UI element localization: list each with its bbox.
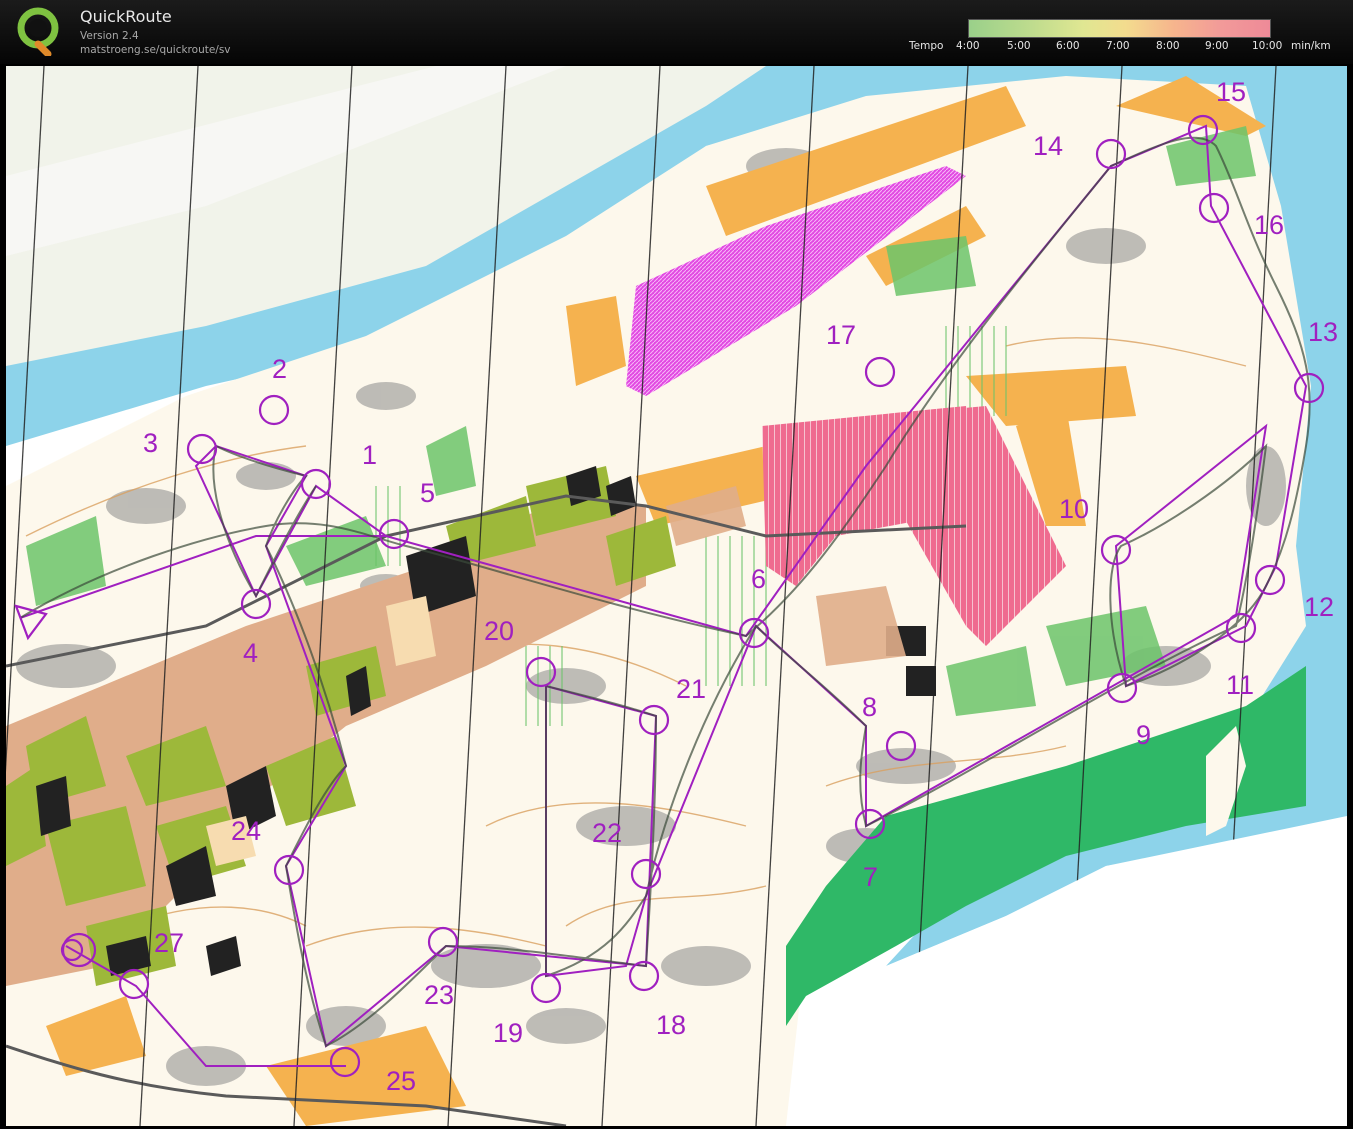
control-number: 23 <box>424 980 454 1010</box>
tempo-color-scale <box>968 19 1271 38</box>
orienteering-map[interactable]: 1 2 3 4 5 6 7 8 9 10 11 12 13 14 15 16 1… <box>6 66 1347 1126</box>
control-number: 10 <box>1059 494 1089 524</box>
control-number: 22 <box>592 818 622 848</box>
control-number: 9 <box>1136 720 1151 750</box>
control-number: 14 <box>1033 131 1063 161</box>
control-number: 1 <box>362 440 377 470</box>
tempo-unit: min/km <box>1291 40 1331 52</box>
map-canvas[interactable]: 1 2 3 4 5 6 7 8 9 10 11 12 13 14 15 16 1… <box>6 66 1347 1126</box>
control-number: 11 <box>1226 670 1254 700</box>
control-number: 3 <box>143 428 158 458</box>
control-number: 2 <box>272 354 287 384</box>
tempo-tick: 6:00 <box>1056 40 1080 52</box>
app-url[interactable]: matstroeng.se/quickroute/sv <box>80 44 231 56</box>
control-number: 17 <box>826 320 856 350</box>
control-number: 25 <box>386 1066 416 1096</box>
control-number: 27 <box>154 928 184 958</box>
control-number: 18 <box>656 1010 686 1040</box>
quickroute-logo <box>17 7 59 56</box>
tempo-tick: 10:00 <box>1252 40 1283 52</box>
control-number: 15 <box>1216 77 1246 107</box>
tempo-tick: 8:00 <box>1156 40 1180 52</box>
tempo-tick: 7:00 <box>1106 40 1130 52</box>
tempo-label: Tempo <box>909 40 944 52</box>
control-number: 16 <box>1254 210 1284 240</box>
control-number: 8 <box>862 692 877 722</box>
control-number: 24 <box>231 816 261 846</box>
control-number: 5 <box>420 478 435 508</box>
tempo-tick: 4:00 <box>956 40 980 52</box>
control-number: 13 <box>1308 317 1338 347</box>
control-number: 21 <box>676 674 706 704</box>
control-number: 4 <box>243 638 258 668</box>
control-number: 19 <box>493 1018 523 1048</box>
control-number: 7 <box>863 862 878 892</box>
tempo-tick: 5:00 <box>1007 40 1031 52</box>
app-version: Version 2.4 <box>80 30 139 42</box>
title-bar: QuickRoute Version 2.4 matstroeng.se/qui… <box>0 0 1353 64</box>
app-name: QuickRoute <box>80 7 172 26</box>
control-number: 12 <box>1304 592 1334 622</box>
tempo-tick: 9:00 <box>1205 40 1229 52</box>
control-number: 6 <box>751 564 766 594</box>
control-number: 20 <box>484 616 514 646</box>
